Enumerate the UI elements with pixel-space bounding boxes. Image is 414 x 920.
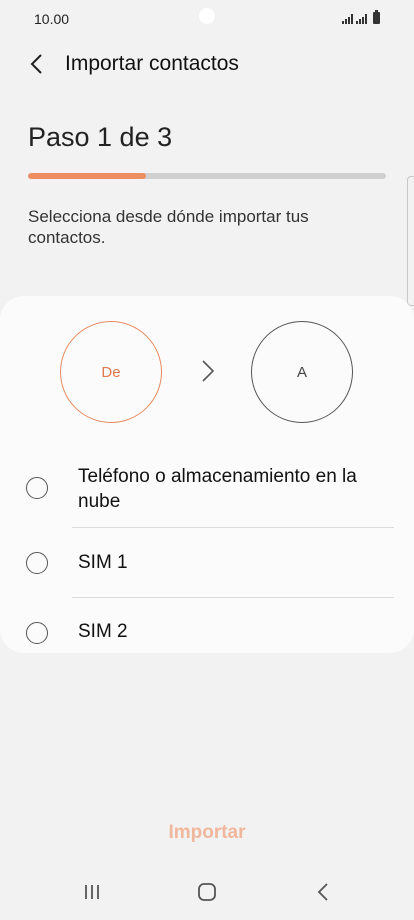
chevron-right-icon xyxy=(198,358,218,384)
chevron-left-icon xyxy=(30,54,42,74)
battery-icon xyxy=(373,10,380,24)
progress-fill xyxy=(28,173,147,179)
page-title: Importar contactos xyxy=(65,52,239,75)
back-button[interactable] xyxy=(22,50,50,78)
radio-button[interactable] xyxy=(26,552,48,574)
option-label: Teléfono o almacenamiento en la nube xyxy=(78,466,357,512)
option-sim-2[interactable]: SIM 2 xyxy=(0,606,414,653)
navigation-bar xyxy=(0,870,414,920)
step-title: Paso 1 de 3 xyxy=(28,122,173,152)
option-sim-1[interactable]: SIM 1 xyxy=(0,536,414,592)
progress-bar xyxy=(28,173,386,179)
status-bar: 10.00 xyxy=(0,0,414,40)
scroll-indicator xyxy=(407,176,414,306)
divider xyxy=(72,527,394,528)
to-label: A xyxy=(296,363,307,381)
home-icon xyxy=(198,883,216,901)
home-button[interactable] xyxy=(189,878,225,906)
option-label: SIM 2 xyxy=(78,621,128,642)
description-text: Selecciona desde dónde importar tus cont… xyxy=(28,207,309,247)
from-label: De xyxy=(101,363,121,381)
option-label: SIM 1 xyxy=(78,552,128,573)
recent-apps-button[interactable] xyxy=(74,878,110,906)
import-button[interactable]: Importar xyxy=(140,818,274,848)
from-circle: De xyxy=(60,321,162,423)
status-time: 10.00 xyxy=(34,11,70,27)
nav-back-button[interactable] xyxy=(305,878,341,906)
recent-apps-icon xyxy=(85,885,99,899)
status-icons xyxy=(342,10,380,24)
radio-button[interactable] xyxy=(26,477,48,499)
back-icon xyxy=(317,883,328,901)
signal-icon xyxy=(342,14,353,24)
to-circle: A xyxy=(251,321,353,423)
app-bar: Importar contactos xyxy=(0,44,414,84)
signal-icon xyxy=(356,14,367,24)
option-phone-cloud[interactable]: Teléfono o almacenamiento en la nube xyxy=(0,460,414,526)
radio-button[interactable] xyxy=(26,622,48,644)
camera-cutout xyxy=(199,8,215,24)
divider xyxy=(72,597,394,598)
import-source-card: De A Teléfono o almacenamiento en la nub… xyxy=(0,296,414,653)
